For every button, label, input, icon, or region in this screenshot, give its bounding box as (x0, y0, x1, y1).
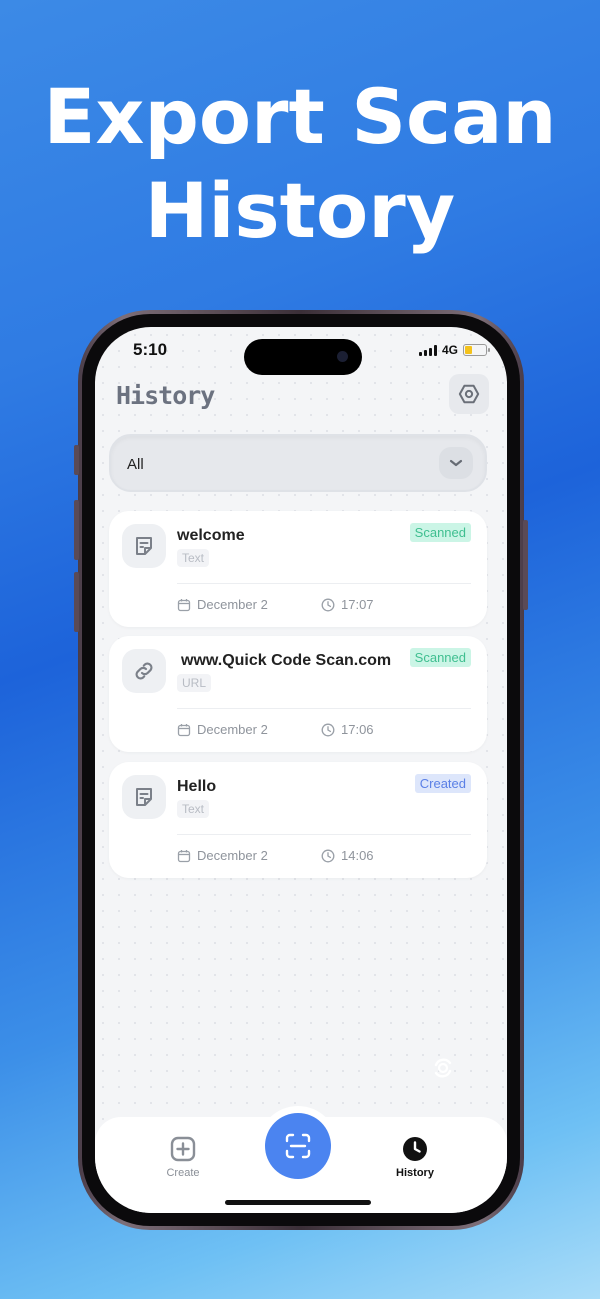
action-button (74, 445, 79, 475)
item-icon-box (122, 649, 166, 693)
item-divider (177, 834, 471, 835)
item-title: welcome (177, 527, 245, 544)
phone-frame: 5:10 4G History All welcome Text Scanned… (74, 310, 528, 1230)
battery-icon (463, 344, 490, 356)
history-item[interactable]: Hello Text Created December 2 14:06 (109, 762, 487, 878)
note-icon (136, 537, 152, 555)
link-icon (135, 662, 153, 680)
item-time: 17:07 (321, 597, 374, 612)
item-time: 14:06 (321, 848, 374, 863)
clock-icon (321, 723, 335, 736)
gear-icon (458, 384, 480, 404)
promo-headline: Export Scan History (0, 70, 600, 258)
page-title: History (116, 381, 215, 410)
tab-create[interactable]: Create (143, 1135, 223, 1179)
promo-headline-line-2: History (144, 166, 456, 255)
item-type-tag: URL (177, 674, 212, 692)
item-type-tag: Text (177, 549, 210, 567)
item-date: December 2 (177, 848, 268, 863)
tab-history[interactable]: History (375, 1135, 455, 1179)
item-date-text: December 2 (197, 722, 268, 737)
phone-bezel: 5:10 4G History All welcome Text Scanned… (82, 314, 520, 1226)
promo-headline-line-1: Export Scan (43, 72, 557, 161)
status-badge: Scanned (409, 648, 471, 667)
power-button (523, 520, 528, 610)
item-date-text: December 2 (197, 597, 268, 612)
volume-up-button (74, 500, 79, 560)
item-time-text: 17:07 (341, 597, 374, 612)
scan-button[interactable] (265, 1113, 331, 1179)
history-item[interactable]: welcome Text Scanned December 2 17:07 (109, 511, 487, 627)
status-time: 5:10 (133, 340, 168, 359)
item-date: December 2 (177, 722, 268, 737)
app-screen: 5:10 4G History All welcome Text Scanned… (95, 327, 507, 1213)
item-time-text: 17:06 (341, 722, 374, 737)
item-divider (177, 583, 471, 584)
item-icon-box (122, 775, 166, 819)
dynamic-island (244, 339, 362, 375)
filter-toggle[interactable] (439, 447, 473, 479)
filter-selected-value: All (127, 456, 144, 473)
filter-dropdown[interactable]: All (109, 434, 487, 492)
item-time: 17:06 (321, 722, 374, 737)
tab-create-label: Create (166, 1167, 200, 1179)
item-divider (177, 708, 471, 709)
scan-icon (285, 1133, 311, 1159)
status-badge: Scanned (409, 523, 471, 542)
item-date-text: December 2 (197, 848, 268, 863)
settings-button[interactable] (449, 374, 489, 414)
calendar-icon (177, 723, 191, 736)
status-badge: Created (414, 774, 471, 793)
history-item[interactable]: www.Quick Code Scan.com URL Scanned Dece… (109, 636, 487, 752)
item-title: www.Quick Code Scan.com (181, 652, 392, 669)
calendar-icon (177, 849, 191, 862)
calendar-icon (177, 598, 191, 611)
network-type: 4G (441, 343, 458, 357)
signal-icon (418, 344, 437, 356)
item-date: December 2 (177, 597, 268, 612)
item-title: Hello (177, 778, 217, 795)
refresh-icon[interactable] (428, 1053, 458, 1083)
home-indicator (225, 1200, 371, 1205)
volume-down-button (74, 572, 79, 632)
item-icon-box (122, 524, 166, 568)
chevron-down-icon (449, 459, 463, 467)
item-type-tag: Text (177, 800, 210, 818)
tab-history-label: History (396, 1167, 434, 1179)
plus-square-icon (170, 1136, 196, 1162)
camera-icon (337, 351, 348, 362)
status-indicators: 4G (418, 343, 490, 357)
clock-icon (403, 1137, 427, 1161)
note-icon (136, 788, 152, 806)
clock-icon (321, 598, 335, 611)
clock-icon (321, 849, 335, 862)
item-time-text: 14:06 (341, 848, 374, 863)
